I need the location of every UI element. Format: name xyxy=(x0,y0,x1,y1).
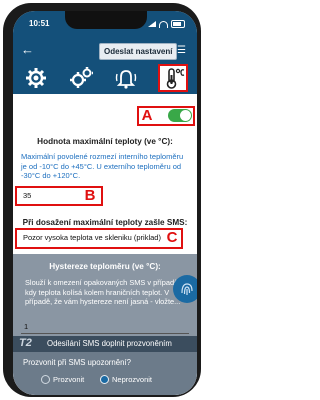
sms-text-input[interactable]: Pozor vysoka teplota ve skleniku (prikla… xyxy=(20,231,165,245)
annotation-label-c: C xyxy=(164,230,180,246)
phone-frame: 10:51 ← Odeslat nastavení ☰ A Hodnota ma… xyxy=(3,3,201,397)
annotation-label-a: A xyxy=(140,107,154,124)
max-temperature-settings: A Hodnota maximální teploty (ve °C): Max… xyxy=(13,94,197,395)
hysteresis-info: Slouží k omezení opakovaných SMS v přípa… xyxy=(25,278,181,306)
back-arrow-icon[interactable]: ← xyxy=(21,43,34,57)
battery-icon xyxy=(171,20,185,28)
menu-icon[interactable]: ☰ xyxy=(177,45,189,57)
annotation-label-b: B xyxy=(82,188,98,204)
app-header: ← Odeslat nastavení ☰ xyxy=(13,39,197,61)
wifi-icon xyxy=(159,20,168,28)
tab-general-settings[interactable] xyxy=(23,65,49,91)
radio-ring-label: Prozvonit xyxy=(53,375,85,384)
radio-no-ring-label: Neprozvonit xyxy=(112,375,153,384)
tab-temperature[interactable] xyxy=(157,63,188,92)
hysteresis-panel: Hystereze teploměru (ve °C): Slouží k om… xyxy=(13,254,197,336)
signal-icon xyxy=(148,21,156,27)
gears-icon xyxy=(69,66,93,88)
gear-icon xyxy=(25,67,46,88)
thermometer-icon xyxy=(166,67,184,89)
t2-badge: T2 xyxy=(19,337,32,349)
max-temp-title: Hodnota maximální teploty (ve °C): xyxy=(37,137,173,146)
hysteresis-title: Hystereze teploměru (ve °C): xyxy=(49,262,161,271)
ring-question: Prozvonit při SMS upozornění? xyxy=(23,358,131,367)
t2-description: Odesílání SMS doplnit prozvoněním xyxy=(47,339,172,348)
t2-ring-section-header: T2 Odesílání SMS doplnit prozvoněním xyxy=(13,336,197,352)
radio-no-ring[interactable] xyxy=(100,375,109,384)
ring-options-panel: Prozvonit při SMS upozornění? Prozvonit … xyxy=(13,352,197,395)
system-icons xyxy=(148,20,185,28)
app-screen: 10:51 ← Odeslat nastavení ☰ A Hodnota ma… xyxy=(13,11,197,395)
tab-advanced-settings[interactable] xyxy=(68,65,94,91)
sms-title: Při dosažení maximální teploty zašle SMS… xyxy=(22,218,188,227)
settings-tab-bar xyxy=(13,61,197,94)
hysteresis-input[interactable]: 1 xyxy=(21,320,189,334)
max-temp-info: Maximální povolené rozmezí interního tep… xyxy=(21,152,184,180)
fingerprint-icon xyxy=(181,283,193,295)
notch xyxy=(65,11,147,29)
status-bar: 10:51 xyxy=(13,11,197,39)
bell-icon xyxy=(115,69,136,89)
radio-ring[interactable] xyxy=(41,375,50,384)
tab-notifications[interactable] xyxy=(113,65,139,91)
status-time: 10:51 xyxy=(29,19,50,28)
send-settings-button[interactable]: Odeslat nastavení xyxy=(99,43,178,60)
fab-button[interactable] xyxy=(173,275,197,303)
max-temp-toggle[interactable] xyxy=(168,109,192,122)
toggle-knob xyxy=(180,110,191,121)
